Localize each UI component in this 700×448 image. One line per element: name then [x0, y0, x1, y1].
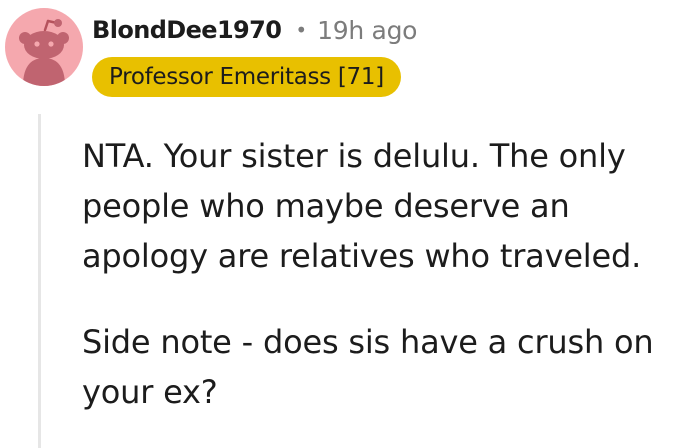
user-avatar[interactable]	[5, 8, 83, 86]
separator-dot: •	[295, 18, 308, 42]
comment-body: NTA. Your sister is delulu. The only peo…	[82, 131, 692, 417]
user-flair-badge: Professor Emeritass [71]	[92, 57, 401, 97]
thread-collapse-line[interactable]	[38, 114, 41, 448]
comment-paragraph: Side note - does sis have a crush on you…	[82, 323, 654, 411]
timestamp[interactable]: 19h ago	[317, 16, 417, 45]
comment-header: BlondDee1970 • 19h ago	[92, 8, 417, 52]
comment: BlondDee1970 • 19h ago Professor Emerita…	[0, 0, 700, 448]
username-link[interactable]: BlondDee1970	[92, 16, 282, 44]
comment-paragraph: NTA. Your sister is delulu. The only peo…	[82, 137, 642, 275]
reddit-snoo-avatar-icon	[19, 19, 69, 86]
